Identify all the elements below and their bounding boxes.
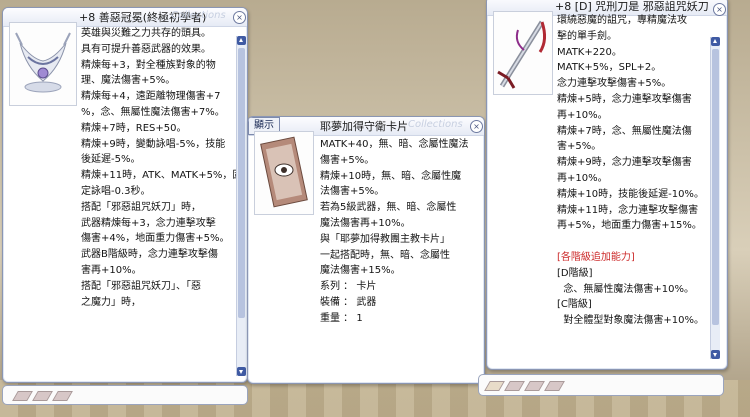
desc-line: 武器精煉每+3，念力連擊攻擊 xyxy=(81,217,216,229)
close-button[interactable]: × xyxy=(470,120,483,133)
desc-line: 害+5%。 xyxy=(557,141,602,153)
desc-line: 與「耶夢加得教團主教卡片」 xyxy=(320,233,450,245)
item-illustration xyxy=(9,22,77,106)
desc-line: 搭配「邪惡詛咒妖刀」時， xyxy=(81,201,201,213)
desc-line: 系列 ： 卡片 xyxy=(320,281,377,293)
desc-line: 定詠唱-0.3秒。 xyxy=(81,185,151,197)
desc-line: 擊的單手劍。 xyxy=(557,30,617,42)
scroll-thumb[interactable] xyxy=(712,49,719,325)
desc-line: 搭配「邪惡詛咒妖刀」、「惡 xyxy=(81,280,201,292)
grade-line: 念、無屬性魔法傷害+10%。 xyxy=(557,283,694,295)
desc-line: 傷害+5%。 xyxy=(320,154,375,166)
desc-line: 精煉+9時，念力連擊攻擊傷害 xyxy=(557,157,692,169)
desc-line: 傷害+4%，地面重力傷害+5%。 xyxy=(81,233,230,245)
crown-icon xyxy=(15,32,71,93)
card-window: 顯示 耶夢加得守衛卡片 Collections × MATK+40，無、暗、念屬… xyxy=(247,116,485,384)
desc-line: 精煉+7時，念、無屬性魔法傷 xyxy=(557,125,692,137)
item-slot-bar-right[interactable] xyxy=(478,374,724,396)
card-illustration xyxy=(254,131,314,215)
watermark-text: Collections xyxy=(408,119,463,130)
desc-line: 一起搭配時，無、暗、念屬性 xyxy=(320,249,450,261)
item-window-sword: +8 [D] 咒刑刀是 邪惡詛咒妖刀 × 環繞惡魔的詛咒，專精魔法攻 擊的單手劍… xyxy=(486,0,728,370)
slot-card-icon[interactable] xyxy=(484,381,505,391)
desc-line: 精煉+10時，技能後延遲-10%。 xyxy=(557,188,704,200)
desc-line: 重量 ： 1 xyxy=(320,312,363,324)
desc-line: 精煉+9時，變動詠唱-5%，技能 xyxy=(81,138,226,150)
item-description: 環繞惡魔的詛咒，專精魔法攻 擊的單手劍。 MATK+220。 MATK+5%，S… xyxy=(557,13,709,329)
desc-line: 裝備 ： 武器 xyxy=(320,296,377,308)
desc-line: 具有可提升善惡武器的效果。 xyxy=(81,43,211,55)
desc-line: 精煉+11時，ATK、MATK+5%，固 xyxy=(81,170,243,182)
desc-line: 精煉+5時，念力連擊攻擊傷害 xyxy=(557,93,692,105)
desc-line: 精煉每+4，遠距離物理傷害+7 xyxy=(81,91,221,103)
slot-card-icon[interactable] xyxy=(32,391,53,401)
desc-line: MATK+220。 xyxy=(557,46,622,58)
slot-card-icon[interactable] xyxy=(544,381,565,391)
grade-line: [C階級] xyxy=(557,299,592,311)
desc-line: 環繞惡魔的詛咒，專精魔法攻 xyxy=(557,15,687,26)
scroll-up-button[interactable] xyxy=(237,36,246,45)
desc-line xyxy=(557,234,709,250)
desc-line: 再+10%。 xyxy=(557,172,608,184)
desc-line: MATK+40，無、暗、念屬性魔法 xyxy=(320,139,469,150)
grade-line: 對全體型對象魔法傷害+10%。 xyxy=(557,315,704,327)
card-icon xyxy=(260,136,308,208)
desc-line: %，念、無屬性魔法傷害+7%。 xyxy=(81,106,225,118)
desc-line: 再+5%，地面重力傷害+15%。 xyxy=(557,220,702,232)
slot-card-icon[interactable] xyxy=(524,381,545,391)
watermark-text: Collections xyxy=(171,10,226,21)
desc-line: 武器B階級時，念力連擊攻擊傷 xyxy=(81,249,218,261)
desc-line: 害再+10%。 xyxy=(81,264,142,276)
desc-line: 魔法傷害再+10%。 xyxy=(320,217,411,229)
desc-line: 理、魔法傷害+5%。 xyxy=(81,75,176,87)
scroll-up-button[interactable] xyxy=(711,37,720,46)
desc-line: 再+10%。 xyxy=(557,109,608,121)
desc-line: 英雄與災難之力共存的頭具。 xyxy=(81,28,211,39)
desc-line: 法傷害+5%。 xyxy=(320,186,385,198)
close-button[interactable]: × xyxy=(233,11,246,24)
desc-line: 後延遲-5%。 xyxy=(81,154,141,166)
desc-line: MATK+5%，SPL+2。 xyxy=(557,62,662,74)
desc-line: 精煉每+3，對全種族對象的物 xyxy=(81,59,216,71)
item-description: 英雄與災難之力共存的頭具。 具有可提升善惡武器的效果。 精煉每+3，對全種族對象… xyxy=(81,26,243,310)
desc-line: 若為5級武器，無、暗、念屬性 xyxy=(320,202,457,214)
desc-line: 精煉+10時，無、暗、念屬性魔 xyxy=(320,170,462,182)
scroll-thumb[interactable] xyxy=(238,48,245,318)
desc-line: 念力連擊攻擊傷害+5%。 xyxy=(557,78,672,90)
item-illustration xyxy=(493,11,553,95)
window-title: 耶夢加得守衛卡片 xyxy=(320,120,408,133)
desc-line: 精煉+7時，RES+50。 xyxy=(81,122,187,134)
scroll-down-button[interactable] xyxy=(237,367,246,376)
grade-line: [D階級] xyxy=(557,267,593,279)
slot-card-icon[interactable] xyxy=(12,391,33,401)
scrollbar[interactable] xyxy=(710,37,720,359)
slot-card-icon[interactable] xyxy=(504,381,525,391)
scrollbar[interactable] xyxy=(236,36,246,376)
window-title: +8 [D] 咒刑刀是 邪惡詛咒妖刀 xyxy=(555,0,709,13)
desc-line: 之魔力」時， xyxy=(81,296,141,308)
item-slot-bar-left[interactable] xyxy=(2,385,248,405)
sword-icon xyxy=(497,20,547,89)
desc-line: 精煉+11時，念力連擊攻擊傷害 xyxy=(557,204,699,216)
close-button[interactable]: × xyxy=(713,3,726,16)
slot-card-icon[interactable] xyxy=(52,391,73,401)
card-description: MATK+40，無、暗、念屬性魔法 傷害+5%。 精煉+10時，無、暗、念屬性魔… xyxy=(320,137,470,327)
item-window-helm: +8 善惡冠冕(終極初學者) Collections × 英雄與災難之力共存的頭… xyxy=(2,7,248,383)
scroll-down-button[interactable] xyxy=(711,350,720,359)
section-title: [各階級追加能力] xyxy=(557,251,635,263)
desc-line: 魔法傷害+15%。 xyxy=(320,265,401,277)
